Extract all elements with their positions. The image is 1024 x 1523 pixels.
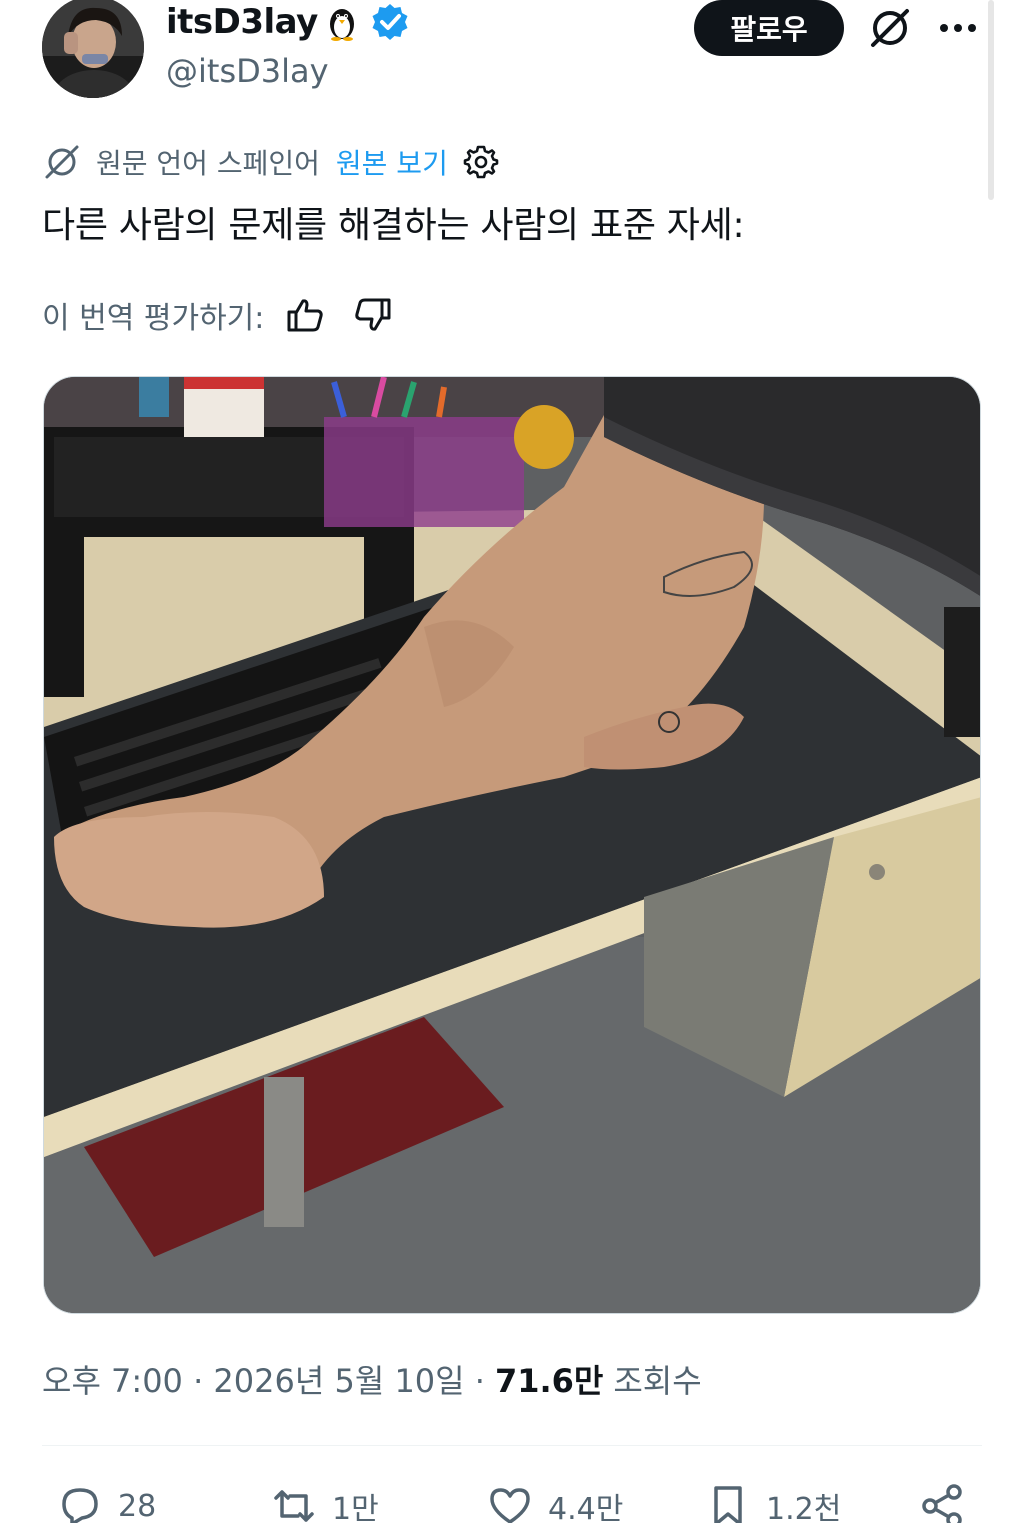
rate-translation-row: 이 번역 평가하기: (42, 290, 394, 340)
share-button[interactable] (916, 1478, 968, 1523)
tweet-meta: 오후 7:00 · 2026년 5월 10일 · 71.6만 조회수 (42, 1356, 702, 1402)
translation-row: 원문 언어 스페인어 원본 보기 (42, 140, 500, 184)
reply-button[interactable]: 28 (54, 1478, 156, 1523)
display-name[interactable]: itsD3lay (166, 2, 318, 42)
rate-translation-label: 이 번역 평가하기: (42, 301, 265, 336)
share-icon (922, 1484, 962, 1523)
tweet-text: 다른 사람의 문제를 해결하는 사람의 표준 자세: (42, 205, 745, 246)
gear-icon[interactable] (462, 143, 500, 181)
name-row: itsD3lay (166, 0, 410, 44)
thumbs-down-icon (355, 298, 391, 331)
repost-count: 1만 (332, 1492, 379, 1523)
tweet-header: itsD3lay @itsD3lay 팔로우 (42, 0, 982, 110)
thumbs-down-button[interactable] (352, 294, 394, 336)
avatar[interactable] (42, 0, 144, 98)
grok-icon (871, 9, 909, 47)
timestamp[interactable]: 오후 7:00 · 2026년 5월 10일 · (42, 1356, 485, 1402)
reply-icon (62, 1488, 98, 1523)
reply-count: 28 (118, 1488, 157, 1523)
thumbs-up-button[interactable] (284, 294, 326, 336)
avatar-image (42, 0, 144, 98)
more-dots-icon (940, 24, 976, 32)
show-original-link[interactable]: 원본 보기 (336, 142, 448, 182)
repost-button[interactable]: 1만 (268, 1478, 379, 1523)
grok-translate-icon (45, 145, 79, 179)
action-bar: 28 1만 4.4만 1.2천 (42, 1478, 982, 1523)
follow-button[interactable]: 팔로우 (694, 0, 844, 56)
verified-badge-icon[interactable] (370, 2, 410, 42)
heart-icon (490, 1488, 530, 1523)
grok-button[interactable] (864, 2, 916, 54)
handle[interactable]: @itsD3lay (166, 52, 329, 90)
like-count: 4.4만 (548, 1492, 624, 1523)
photo-illustration (44, 377, 980, 1313)
bookmark-button[interactable]: 1.2천 (702, 1478, 841, 1523)
scrollbar[interactable] (988, 0, 994, 200)
more-options-button[interactable] (932, 2, 984, 54)
views-label: 조회수 (613, 1362, 702, 1400)
divider (42, 1445, 982, 1446)
thumbs-up-icon (287, 299, 324, 332)
bookmark-icon (714, 1486, 742, 1523)
views-count: 71.6만 (494, 1362, 604, 1400)
tweet-photo[interactable] (43, 376, 981, 1314)
penguin-emoji-icon (329, 9, 354, 41)
bookmark-count: 1.2천 (766, 1492, 842, 1523)
like-button[interactable]: 4.4만 (484, 1478, 623, 1523)
source-language-label: 원문 언어 스페인어 (96, 147, 320, 180)
repost-icon (274, 1490, 314, 1522)
